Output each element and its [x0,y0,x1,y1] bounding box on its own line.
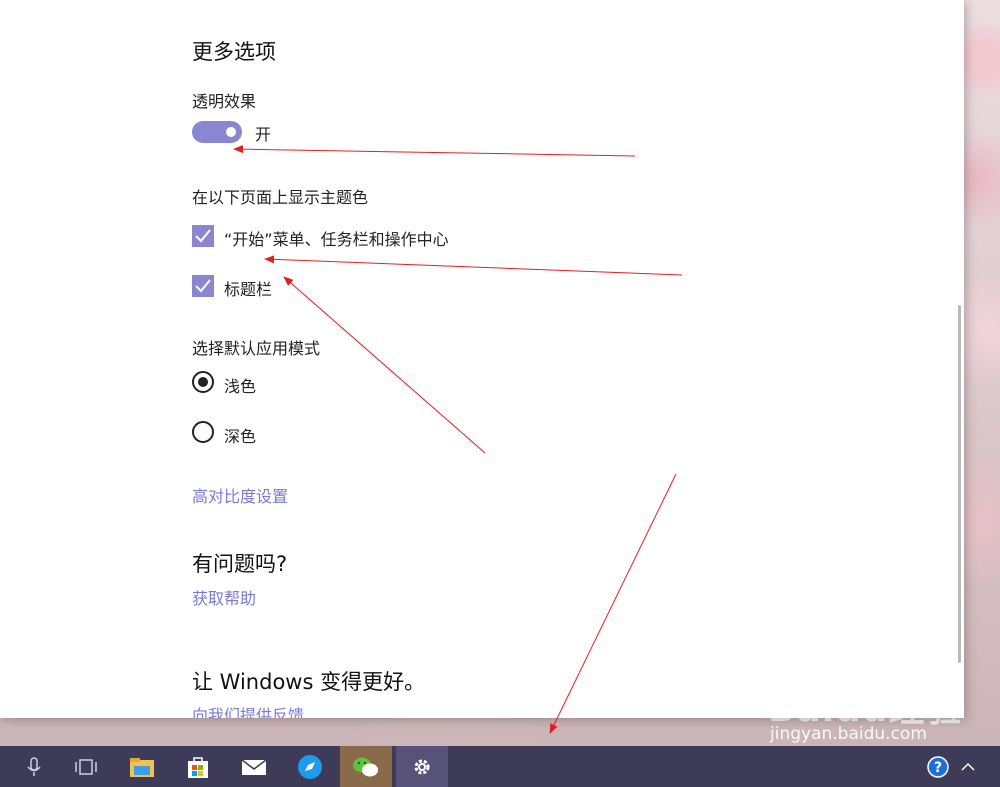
question-heading: 有问题吗? [192,552,288,576]
app-mode-label: 选择默认应用模式 [192,339,321,358]
tray-help-button[interactable]: ? [920,746,956,787]
help-icon: ? [927,755,949,778]
settings-gear-icon [414,759,430,774]
light-mode-radio[interactable] [192,371,214,393]
dark-mode-radio[interactable] [192,421,214,443]
system-tray: ? [920,746,1000,787]
taskbar: ? [0,746,1000,787]
feedback-heading: 让 Windows 变得更好。 [192,670,426,694]
more-options-heading: 更多选项 [192,40,276,64]
start-taskbar-checkbox-label[interactable]: “开始”菜单、任务栏和操作中心 [224,226,449,250]
title-bars-checkbox[interactable] [192,275,214,297]
start-taskbar-checkbox[interactable] [192,225,214,247]
transparency-label: 透明效果 [192,92,257,111]
chevron-up-icon [961,762,975,771]
settings-window: 更多选项 透明效果 开 在以下页面上显示主题色 “开始”菜单、任务栏和操作中心 … [0,0,964,718]
taskbar-store-button[interactable] [172,746,224,787]
taskbar-file-explorer-button[interactable] [116,746,168,787]
taskbar-task-view-button[interactable] [60,746,112,787]
checkmark-icon [195,229,211,243]
taskbar-settings-button[interactable] [396,746,448,787]
store-icon [188,756,208,778]
radio-selected-dot [198,377,208,387]
task-view-icon [75,758,97,775]
high-contrast-link[interactable]: 高对比度设置 [192,483,288,507]
taskbar-browser-button[interactable] [284,746,336,787]
checkmark-icon [195,279,211,293]
mail-icon [241,758,267,775]
transparency-state-text: 开 [255,125,272,144]
light-mode-label[interactable]: 浅色 [224,373,256,397]
dark-mode-label[interactable]: 深色 [224,423,256,447]
toggle-knob [226,127,236,137]
wechat-icon [353,757,378,776]
svg-text:?: ? [934,760,942,776]
browser-icon [298,754,322,779]
transparency-toggle[interactable] [192,121,242,143]
accent-surfaces-label: 在以下页面上显示主题色 [192,188,369,207]
get-help-link[interactable]: 获取帮助 [192,585,256,609]
file-explorer-icon [130,757,154,777]
watermark-url: jingyan.baidu.com [770,724,927,744]
title-bars-checkbox-label[interactable]: 标题栏 [224,276,272,300]
tray-show-hidden-button[interactable] [956,746,980,787]
taskbar-cortana-button[interactable] [8,746,60,787]
microphone-icon [27,756,41,776]
feedback-link[interactable]: 向我们提供反馈 [192,702,304,718]
taskbar-wechat-button[interactable] [340,746,392,787]
taskbar-mail-button[interactable] [228,746,280,787]
vertical-scrollbar[interactable] [958,305,961,663]
